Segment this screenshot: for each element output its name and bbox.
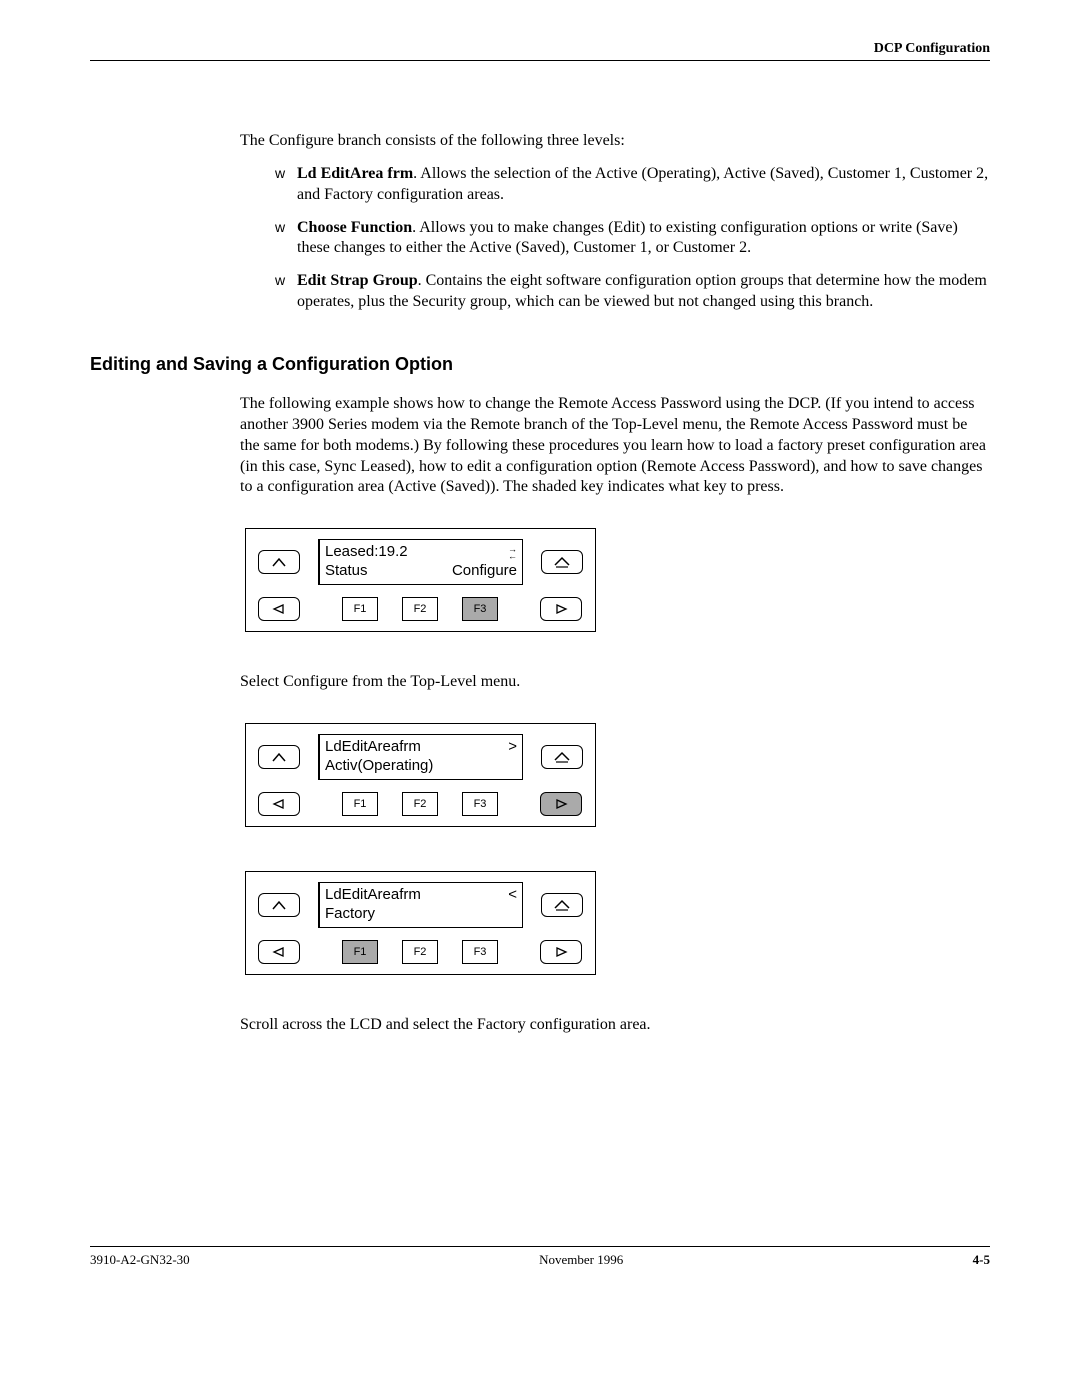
step-1-text: Select Configure from the Top-Level menu… [240,672,990,693]
page-footer: 3910-A2-GN32-30 November 1996 4-5 [90,1246,990,1269]
lcd-line2-left: Activ(Operating) [325,757,433,776]
step-2-text: Scroll across the LCD and select the Fac… [240,1015,990,1036]
bullet-text: Edit Strap Group. Contains the eight sof… [297,271,990,313]
bullet-item: w Edit Strap Group. Contains the eight s… [275,271,990,313]
f3-key[interactable]: F3 [462,940,498,964]
footer-left: 3910-A2-GN32-30 [90,1252,190,1269]
lcd-line1-right: > [508,738,517,757]
lcd-line2-left: Factory [325,905,375,924]
f1-key[interactable]: F1 [342,940,378,964]
f3-key[interactable]: F3 [462,597,498,621]
right-button[interactable] [540,792,582,816]
left-button[interactable] [258,597,300,621]
up-button[interactable] [258,550,300,574]
intro-paragraph: The Configure branch consists of the fol… [240,131,990,152]
bullet-list: w Ld EditArea frm. Allows the selection … [275,164,990,313]
section-heading: Editing and Saving a Configuration Optio… [90,353,990,376]
up-button[interactable] [258,893,300,917]
right-button[interactable] [540,940,582,964]
home-up-button[interactable] [541,550,583,574]
data-transfer-icon: →← [508,546,517,560]
home-up-button[interactable] [541,893,583,917]
function-key-row: F1 F2 F3 [318,597,522,621]
bullet-item: w Choose Function. Allows you to make ch… [275,218,990,260]
lcd-screen: LdEditAreafrm > Activ(Operating) [318,734,523,780]
lcd-line1-left: LdEditAreafrm [325,886,421,905]
f3-key[interactable]: F3 [462,792,498,816]
footer-center: November 1996 [539,1252,623,1269]
right-button[interactable] [540,597,582,621]
up-button[interactable] [258,745,300,769]
lcd-screen: Leased:19.2 →← Status Configure [318,539,523,585]
f2-key[interactable]: F2 [402,597,438,621]
f2-key[interactable]: F2 [402,940,438,964]
left-button[interactable] [258,940,300,964]
running-title: DCP Configuration [874,41,990,56]
f1-key[interactable]: F1 [342,597,378,621]
lcd-line1-right: < [508,886,517,905]
bullet-glyph: w [275,218,297,260]
footer-right: 4-5 [973,1252,990,1269]
bullet-text: Ld EditArea frm. Allows the selection of… [297,164,990,206]
left-button[interactable] [258,792,300,816]
home-up-button[interactable] [541,745,583,769]
f2-key[interactable]: F2 [402,792,438,816]
lcd-line2-left: Status [325,562,368,581]
bullet-title: Edit Strap Group [297,272,418,289]
f1-key[interactable]: F1 [342,792,378,816]
bullet-title: Choose Function [297,219,412,236]
function-key-row: F1 F2 F3 [318,940,522,964]
function-key-row: F1 F2 F3 [318,792,522,816]
bullet-item: w Ld EditArea frm. Allows the selection … [275,164,990,206]
lcd-line1-left: LdEditAreafrm [325,738,421,757]
bullet-title: Ld EditArea frm [297,165,413,182]
bullet-text: Choose Function. Allows you to make chan… [297,218,990,260]
lcd-panel-1: Leased:19.2 →← Status Configure F1 F2 F3 [245,528,596,632]
bullet-glyph: w [275,164,297,206]
section-paragraph: The following example shows how to chang… [240,394,990,498]
bullet-glyph: w [275,271,297,313]
lcd-screen: LdEditAreafrm < Factory [318,882,523,928]
lcd-line1-left: Leased:19.2 [325,543,408,562]
page-header: DCP Configuration [90,40,990,61]
lcd-panel-3: LdEditAreafrm < Factory F1 F2 F3 [245,871,596,975]
lcd-line2-right: Configure [452,562,517,581]
lcd-panel-2: LdEditAreafrm > Activ(Operating) F1 F2 F… [245,723,596,827]
